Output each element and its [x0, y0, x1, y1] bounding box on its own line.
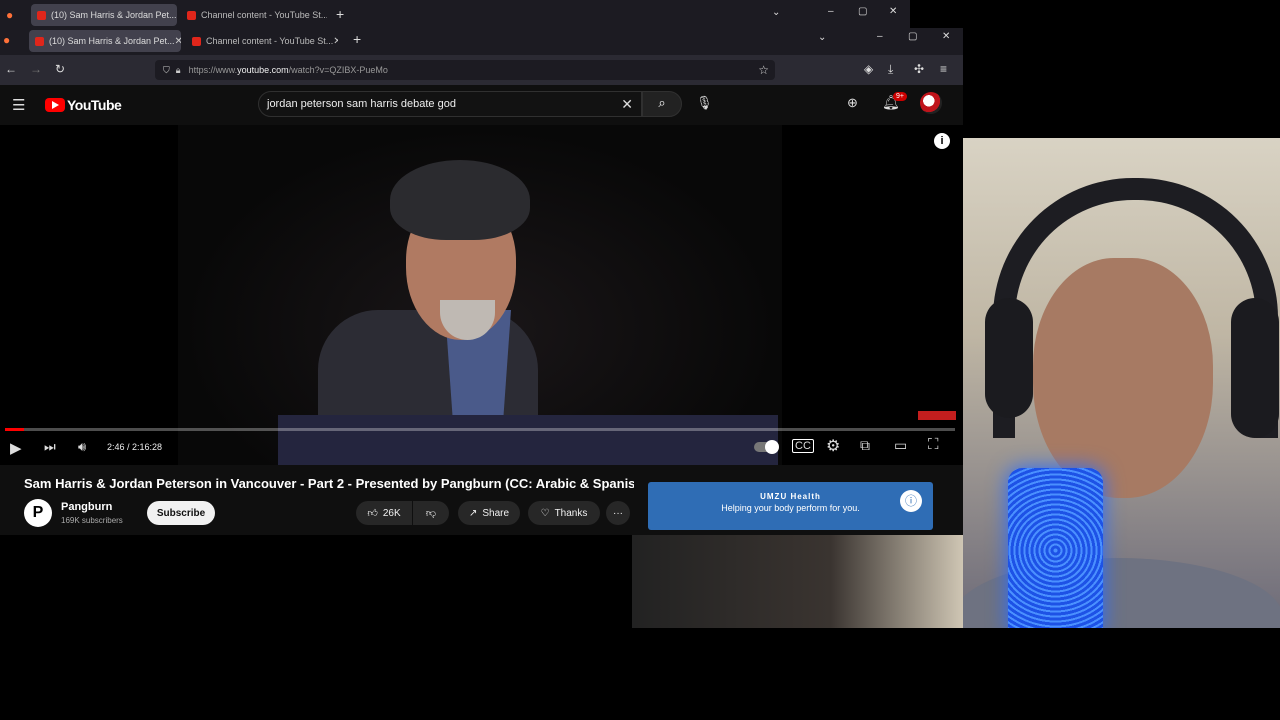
- pocket-icon[interactable]: ◈: [864, 62, 873, 76]
- progress-fill: [5, 428, 24, 431]
- minimize-icon[interactable]: –: [828, 6, 834, 17]
- headphone-right-cup: [1231, 298, 1279, 438]
- tab-label: Channel content - YouTube St...: [201, 10, 327, 20]
- firefox-icon[interactable]: ●: [3, 33, 10, 47]
- headphone-left-cup: [985, 298, 1033, 418]
- microphone-icon[interactable]: 🎙︎: [696, 95, 713, 111]
- clear-search-icon[interactable]: ✕: [621, 96, 633, 113]
- like-button[interactable]: 👍︎ 26K: [356, 501, 412, 525]
- share-icon: ↗: [468, 507, 478, 519]
- ad-banner[interactable]: UMZU Health Helping your body perform fo…: [648, 482, 933, 530]
- video-frame[interactable]: [178, 125, 782, 465]
- microphone-icon: [1008, 468, 1103, 628]
- tab-strip: ● (10) Sam Harris & Jordan Pet...✕ Chann…: [0, 0, 910, 30]
- ad-info-icon[interactable]: ⓘ: [900, 490, 922, 512]
- youtube-favicon-icon: [187, 10, 196, 20]
- channel-name[interactable]: Pangburn: [61, 501, 112, 513]
- ad-subtitle: Helping your body perform for you.: [721, 503, 860, 513]
- avatar[interactable]: [920, 92, 942, 114]
- shield-icon[interactable]: ⛉: [163, 65, 170, 76]
- tab-channel-content[interactable]: Channel content - YouTube St...✕: [186, 30, 338, 52]
- search-input-value: jordan peterson sam harris debate god: [267, 98, 456, 110]
- new-tab-button[interactable]: +: [336, 6, 344, 22]
- search-button[interactable]: ⌕: [642, 91, 682, 117]
- tab-label: (10) Sam Harris & Jordan Pet...: [49, 36, 175, 46]
- video-title: Sam Harris & Jordan Peterson in Vancouve…: [24, 476, 634, 491]
- search-input[interactable]: jordan peterson sam harris debate god ✕: [258, 91, 642, 117]
- thanks-icon: ♡: [540, 507, 550, 519]
- thanks-button[interactable]: ♡ Thanks: [528, 501, 600, 525]
- tab-channel-content[interactable]: Channel content - YouTube St...✕: [181, 4, 327, 26]
- next-icon[interactable]: ⏭︎: [44, 439, 56, 455]
- minimize-icon[interactable]: –: [877, 31, 883, 42]
- play-icon[interactable]: ▶: [10, 439, 22, 457]
- youtube-logo-text: YouTube: [67, 97, 122, 113]
- webcam-room-background: [632, 535, 963, 628]
- new-tab-button[interactable]: +: [353, 31, 361, 47]
- subscribe-button[interactable]: Subscribe: [147, 501, 215, 525]
- webcam-overlay: [963, 138, 1280, 628]
- chevron-down-icon[interactable]: ⌄: [772, 7, 780, 18]
- youtube-watermark: [918, 411, 956, 420]
- thumbs-up-icon: 👍︎: [367, 508, 378, 519]
- tab-label: Channel content - YouTube St...: [206, 36, 334, 46]
- chevron-down-icon[interactable]: ⌄: [818, 32, 826, 43]
- autoplay-toggle[interactable]: [754, 440, 779, 454]
- share-button[interactable]: ↗ Share: [458, 501, 520, 525]
- maximize-icon[interactable]: ▢: [908, 31, 917, 42]
- extensions-icon[interactable]: ✣: [914, 62, 924, 76]
- thanks-label: Thanks: [554, 507, 588, 519]
- url-path: /watch?v=QZIBX-PueMo: [288, 65, 388, 75]
- channel-avatar[interactable]: P: [24, 499, 52, 527]
- captions-icon[interactable]: CC: [792, 439, 814, 453]
- url-prefix: https://www.: [188, 65, 238, 75]
- info-icon[interactable]: i: [934, 133, 950, 149]
- time-display: 2:46 / 2:16:28: [107, 442, 163, 452]
- youtube-play-logo-icon: [45, 98, 65, 112]
- url-bar[interactable]: ⛉ 🔒︎ https://www. youtube.com/watch?v=QZI…: [155, 60, 775, 80]
- download-icon[interactable]: ⤓: [888, 62, 893, 77]
- tab-label: (10) Sam Harris & Jordan Pet...: [51, 10, 177, 20]
- stage-couch: [278, 415, 778, 465]
- miniplayer-icon[interactable]: ⧉: [860, 437, 870, 454]
- create-video-icon[interactable]: ⊕: [847, 95, 858, 111]
- like-count: 26K: [382, 507, 401, 519]
- dislike-button[interactable]: 👎︎: [413, 501, 449, 525]
- search-icon: ⌕: [658, 95, 666, 110]
- back-icon[interactable]: ←: [5, 62, 17, 76]
- menu-icon[interactable]: ≡: [940, 62, 947, 76]
- more-actions-button[interactable]: ···: [606, 501, 630, 525]
- notification-badge: 9+: [893, 92, 907, 101]
- youtube-favicon-icon: [35, 36, 44, 46]
- share-label: Share: [482, 507, 510, 519]
- settings-gear-icon[interactable]: ⚙︎: [826, 436, 840, 456]
- ad-title: UMZU Health: [760, 492, 821, 501]
- theater-mode-icon[interactable]: ▭: [894, 437, 907, 454]
- reload-icon[interactable]: ↻: [55, 62, 65, 76]
- fullscreen-icon[interactable]: ⛶: [928, 436, 939, 453]
- close-window-icon[interactable]: ✕: [889, 6, 897, 17]
- bookmark-star-icon[interactable]: ☆: [758, 63, 769, 77]
- maximize-icon[interactable]: ▢: [858, 6, 867, 17]
- close-icon[interactable]: ✕: [175, 36, 181, 47]
- lock-icon[interactable]: 🔒︎: [176, 65, 181, 76]
- close-icon[interactable]: ✕: [333, 36, 338, 47]
- tab-video[interactable]: (10) Sam Harris & Jordan Pet...✕: [31, 4, 177, 26]
- hamburger-menu-icon[interactable]: ☰: [12, 96, 25, 114]
- thumbs-down-icon: 👎︎: [425, 508, 437, 519]
- tab-video[interactable]: (10) Sam Harris & Jordan Pet...✕: [29, 30, 181, 52]
- tab-strip-secondary: ● (10) Sam Harris & Jordan Pet... ✕ Chann…: [0, 28, 963, 55]
- firefox-icon[interactable]: ●: [6, 8, 13, 22]
- speaker-hair: [390, 160, 530, 240]
- youtube-favicon-icon: [192, 36, 201, 46]
- youtube-favicon-icon: [37, 10, 46, 20]
- volume-icon[interactable]: 🔊︎: [78, 439, 86, 455]
- url-domain: youtube.com: [237, 65, 289, 75]
- forward-icon[interactable]: →: [30, 62, 42, 76]
- close-window-icon[interactable]: ✕: [942, 31, 950, 42]
- progress-bar[interactable]: [5, 428, 955, 431]
- youtube-logo[interactable]: YouTube: [45, 97, 122, 113]
- subscriber-count: 169K subscribers: [61, 516, 123, 525]
